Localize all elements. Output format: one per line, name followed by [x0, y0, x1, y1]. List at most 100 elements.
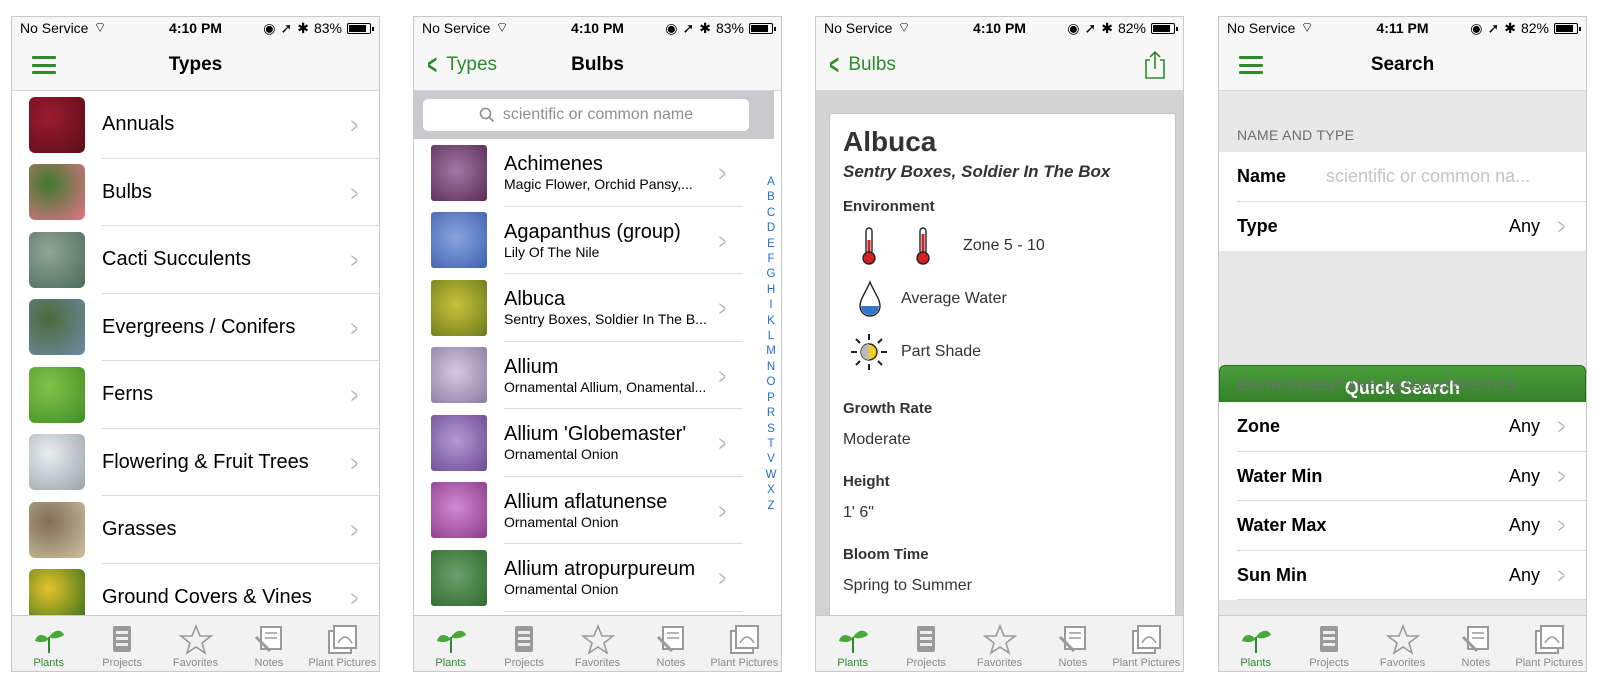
index-letter[interactable]: P: [767, 391, 775, 406]
plants-icon: [34, 630, 64, 653]
plant-thumbnail: [431, 414, 487, 471]
tab-label: Plants: [435, 657, 466, 669]
tab-label: Plants: [837, 657, 868, 669]
tab-label: Projects: [1309, 657, 1349, 669]
tab-plant-pictures[interactable]: Plant Pictures: [1513, 616, 1586, 671]
index-letter[interactable]: R: [767, 406, 775, 421]
status-bar: No Service ⌔ 4:10 PM ◉ ➚ ✱ 83%: [414, 17, 781, 39]
index-letter[interactable]: I: [769, 298, 772, 313]
tab-favorites[interactable]: Favorites: [561, 616, 634, 671]
bulb-row[interactable]: Allium 'Globemaster' Ornamental Onion >: [414, 409, 759, 477]
alphabet-index[interactable]: ABCDEFGHIKLMNOPRSTVWXZ: [765, 175, 777, 514]
tab-plant-pictures[interactable]: Plant Pictures: [1110, 616, 1183, 671]
tab-notes[interactable]: Notes: [634, 616, 707, 671]
tab-plants[interactable]: Plants: [12, 616, 85, 671]
tab-label: Plant Pictures: [710, 657, 779, 669]
bulb-row[interactable]: Allium aflatunense Ornamental Onion >: [414, 477, 759, 544]
status-bar: No Service ⌔ 4:11 PM ◉ ➚ ✱ 82%: [1219, 17, 1586, 39]
index-letter[interactable]: A: [767, 175, 775, 190]
type-thumbnail: [29, 434, 85, 491]
index-letter[interactable]: N: [767, 360, 775, 375]
tab-projects[interactable]: Projects: [1292, 616, 1365, 671]
index-letter[interactable]: X: [767, 483, 775, 498]
tab-label: Plants: [1240, 657, 1271, 669]
index-letter[interactable]: B: [767, 190, 775, 205]
type-field-row[interactable]: Type Any >: [1219, 201, 1586, 251]
tab-notes[interactable]: Notes: [232, 616, 305, 671]
environment-field-row[interactable]: Water Max Any >: [1219, 501, 1586, 551]
location-icon: ➚: [1084, 19, 1097, 36]
index-letter[interactable]: M: [766, 344, 776, 359]
tab-plant-pictures[interactable]: Plant Pictures: [306, 616, 379, 671]
name-field-row[interactable]: Name scientific or common na...: [1219, 152, 1586, 202]
battery-percent: 83%: [715, 20, 744, 36]
tab-favorites[interactable]: Favorites: [963, 616, 1036, 671]
type-row[interactable]: Ferns >: [12, 361, 379, 429]
sun-value: Part Shade: [901, 342, 982, 360]
environment-field-row[interactable]: Water Min Any >: [1219, 451, 1586, 501]
notes-icon: [1461, 626, 1489, 653]
tab-plants[interactable]: Plants: [816, 616, 889, 671]
lock-rotation-icon: ◉: [1470, 19, 1483, 36]
index-letter[interactable]: H: [767, 283, 775, 298]
battery-percent: 83%: [313, 20, 342, 36]
tab-label: Favorites: [574, 657, 621, 669]
index-letter[interactable]: E: [767, 237, 775, 252]
name-input[interactable]: scientific or common na...: [1326, 166, 1530, 187]
tab-bar: Plants Projects Favorites Notes Plant Pictur…: [1219, 615, 1586, 671]
index-letter[interactable]: O: [767, 375, 776, 390]
type-row[interactable]: Annuals >: [12, 91, 379, 159]
zone-value: Zone 5 - 10: [963, 236, 1045, 254]
tab-notes[interactable]: Notes: [1036, 616, 1109, 671]
index-letter[interactable]: F: [767, 252, 774, 267]
bloom-time-value: Spring to Summer: [843, 577, 972, 594]
tab-plants[interactable]: Plants: [414, 616, 487, 671]
environment-field-row[interactable]: Zone Any >: [1219, 402, 1586, 452]
type-row[interactable]: Flowering & Fruit Trees >: [12, 429, 379, 496]
plant-common-name: Sentry Boxes, Soldier In The Box: [843, 162, 1111, 181]
type-label: Cacti Succulents: [102, 248, 251, 271]
bulb-row[interactable]: Allium atropurpureum Ornamental Onion >: [414, 544, 759, 612]
index-letter[interactable]: L: [768, 329, 774, 344]
type-label: Evergreens / Conifers: [102, 315, 296, 338]
plant-pictures-icon: [1132, 625, 1162, 654]
tab-projects[interactable]: Projects: [889, 616, 962, 671]
tab-label: Notes: [1461, 657, 1491, 669]
index-letter[interactable]: D: [767, 221, 775, 236]
type-label: Annuals: [102, 113, 175, 136]
tab-label: Favorites: [172, 657, 219, 669]
bulb-row[interactable]: Allium Ornamental Allium, Onamental... >: [414, 342, 759, 409]
tab-projects[interactable]: Projects: [85, 616, 158, 671]
index-letter[interactable]: C: [767, 206, 775, 221]
thermometer-icon: [862, 226, 876, 265]
tab-notes[interactable]: Notes: [1439, 616, 1512, 671]
tab-favorites[interactable]: Favorites: [159, 616, 232, 671]
tab-favorites[interactable]: Favorites: [1366, 616, 1439, 671]
type-row[interactable]: Evergreens / Conifers >: [12, 294, 379, 361]
search-input[interactable]: scientific or common name: [423, 99, 749, 131]
bluetooth-icon: ✱: [297, 19, 309, 36]
type-row[interactable]: Bulbs >: [12, 159, 379, 226]
index-letter[interactable]: K: [767, 314, 775, 329]
plant-name: Allium: [504, 355, 559, 378]
type-row[interactable]: Cacti Succulents >: [12, 226, 379, 294]
index-letter[interactable]: S: [767, 422, 775, 437]
chevron-right-icon: >: [719, 228, 727, 254]
bulb-row[interactable]: Albuca Sentry Boxes, Soldier In The B...…: [414, 274, 759, 342]
index-letter[interactable]: W: [766, 468, 777, 483]
type-row[interactable]: Grasses >: [12, 496, 379, 564]
type-label: Grasses: [102, 518, 177, 541]
tab-plant-pictures[interactable]: Plant Pictures: [708, 616, 781, 671]
environment-field-row[interactable]: Sun Min Any >: [1219, 550, 1586, 600]
tab-plants[interactable]: Plants: [1219, 616, 1292, 671]
field-value: Any: [1508, 416, 1540, 437]
bulb-row[interactable]: Agapanthus (group) Lily Of The Nile >: [414, 207, 759, 274]
index-letter[interactable]: V: [767, 452, 775, 467]
back-button[interactable]: < Bulbs: [826, 51, 896, 79]
index-letter[interactable]: Z: [767, 499, 774, 514]
tab-projects[interactable]: Projects: [487, 616, 560, 671]
bulb-row[interactable]: Achimenes Magic Flower, Orchid Pansy,...…: [414, 139, 759, 207]
index-letter[interactable]: G: [767, 267, 776, 282]
index-letter[interactable]: T: [767, 437, 774, 452]
share-icon[interactable]: [1143, 50, 1167, 80]
